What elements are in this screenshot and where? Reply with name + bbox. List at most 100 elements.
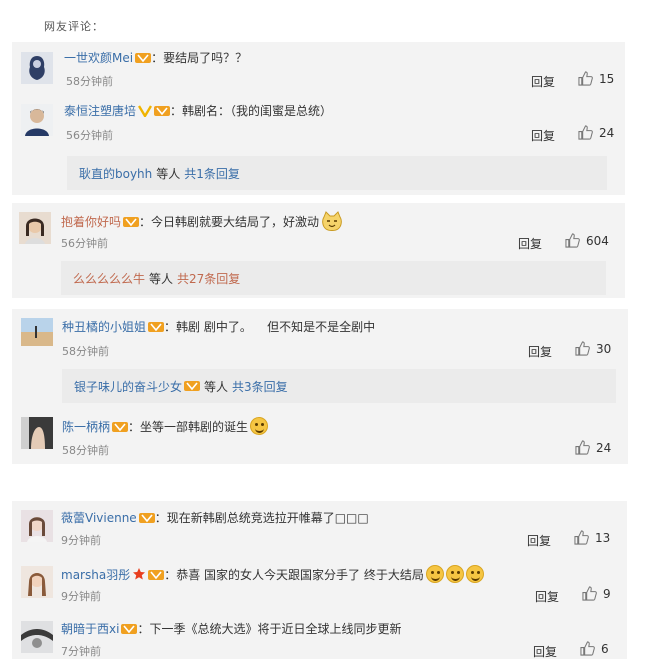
like-button[interactable]: 24: [575, 440, 611, 455]
timestamp: 9分钟前: [61, 534, 101, 547]
vip-badge-icon: [123, 217, 140, 227]
like-button[interactable]: 30: [575, 341, 611, 356]
colon: ：: [164, 568, 177, 582]
avatar[interactable]: [21, 621, 53, 653]
sub-reply-user[interactable]: 银子味儿的奋斗少女: [74, 378, 182, 395]
reply-button[interactable]: 回复: [528, 343, 552, 360]
avatar[interactable]: [21, 52, 53, 84]
sub-reply-summary[interactable]: 么么么么么牛 等人 共27条回复: [61, 261, 606, 295]
avatar[interactable]: [19, 212, 51, 244]
like-button[interactable]: 9: [582, 586, 611, 601]
comment-card: 薇蕾Vivienne ：现在新韩剧总统竞选拉开帷幕了□□□ 9分钟前 回复 13 …: [12, 501, 627, 659]
username[interactable]: 陈一柄柄: [62, 420, 110, 434]
comment-card: 一世欢颜Mei ：要结局了吗？？ 58分钟前 回复 15 泰恒注塑唐培 ：韩剧名：（…: [12, 42, 625, 195]
emoji-smile-icon: [445, 565, 464, 583]
comment-card: 抱着你好吗 ：今日韩剧就要大结局了，好激动 56分钟前 回复 604 么么么么么牛…: [12, 203, 625, 298]
like-count: 6: [601, 641, 609, 656]
like-count: 604: [586, 233, 609, 248]
vip-badge-icon: [138, 513, 155, 523]
comment-text: 今日韩剧就要大结局了，好激动: [151, 215, 320, 229]
vip-badge-icon: [154, 106, 171, 116]
sub-reply-count[interactable]: 共27条回复: [177, 270, 240, 287]
vip-badge-icon: [184, 381, 201, 391]
thumbs-up-icon: [578, 125, 593, 140]
comment-text: 现在新韩剧总统竞选拉开帷幕了□□□: [166, 511, 369, 525]
sub-reply-summary[interactable]: 耿直的boyhh 等人 共1条回复: [67, 156, 607, 190]
avatar[interactable]: [21, 104, 53, 136]
thumbs-up-icon: [565, 233, 580, 248]
page-title: 网友评论：: [44, 20, 104, 33]
sub-reply-etc: 等人: [156, 166, 181, 181]
username[interactable]: 泰恒注塑唐培: [64, 104, 136, 118]
comment-text: 韩剧 剧中了。 但不知是不是全剧中: [176, 320, 376, 334]
thumbs-up-icon: [578, 71, 593, 86]
emoji-cat-icon: [322, 211, 342, 231]
sub-reply-user[interactable]: 么么么么么牛: [73, 270, 145, 287]
avatar[interactable]: [21, 510, 53, 542]
avatar[interactable]: [21, 318, 53, 346]
sub-reply-count[interactable]: 共1条回复: [184, 165, 240, 182]
sub-reply-summary[interactable]: 银子味儿的奋斗少女 等人 共3条回复: [62, 369, 616, 403]
like-button[interactable]: 24: [578, 125, 614, 140]
reply-button[interactable]: 回复: [518, 235, 542, 252]
colon: ：: [137, 622, 150, 636]
like-count: 9: [603, 586, 611, 601]
reply-button[interactable]: 回复: [535, 588, 559, 605]
timestamp: 56分钟前: [66, 129, 113, 142]
reply-button[interactable]: 回复: [531, 73, 555, 90]
comment-text: 恭喜 国家的女人今天跟国家分手了 终于大结局: [176, 568, 424, 582]
comment-item: 泰恒注塑唐培 ：韩剧名：（我的闺蜜是总统） 56分钟前 回复 24 耿直的boyh…: [12, 98, 625, 198]
verified-v-icon: [138, 105, 153, 117]
comment-text: 要结局了吗？？: [163, 51, 248, 65]
thumbs-up-icon: [582, 586, 597, 601]
colon: ：: [128, 420, 141, 434]
sub-reply-etc: 等人: [149, 271, 174, 286]
username[interactable]: 朝暗于西xi: [61, 622, 119, 636]
timestamp: 9分钟前: [61, 590, 101, 603]
timestamp: 58分钟前: [66, 75, 113, 88]
comment-item: 一世欢颜Mei ：要结局了吗？？ 58分钟前 回复 15: [12, 42, 625, 92]
comment-text: 坐等一部韩剧的诞生: [140, 420, 249, 434]
like-button[interactable]: 15: [578, 71, 614, 86]
timestamp: 7分钟前: [61, 645, 101, 658]
like-count: 30: [596, 341, 612, 356]
sub-reply-etc: 等人: [204, 379, 229, 394]
vip-badge-icon: [112, 422, 129, 432]
like-button[interactable]: 6: [580, 641, 609, 656]
timestamp: 58分钟前: [62, 444, 109, 457]
comment-text: 韩剧名：（我的闺蜜是总统）: [182, 104, 333, 118]
like-button[interactable]: 604: [565, 233, 609, 248]
vip-badge-icon: [148, 570, 165, 580]
avatar[interactable]: [21, 417, 53, 449]
username[interactable]: 薇蕾Vivienne: [61, 511, 137, 525]
like-count: 24: [596, 440, 612, 455]
vip-badge-icon: [148, 322, 165, 332]
sub-reply-user[interactable]: 耿直的boyhh: [79, 165, 152, 182]
username[interactable]: 种丑橘的小姐姐: [62, 320, 146, 334]
thumbs-up-icon: [575, 341, 590, 356]
like-count: 15: [599, 71, 615, 86]
sub-reply-count[interactable]: 共3条回复: [232, 378, 288, 395]
vip-badge-icon: [135, 53, 152, 63]
comment-text: 下一季《总统大选》将于近日全球上线同步更新: [149, 622, 402, 636]
emoji-smile-icon: [425, 565, 444, 583]
username[interactable]: 一世欢颜Mei: [64, 51, 133, 65]
avatar[interactable]: [21, 566, 53, 598]
thumbs-up-icon: [574, 530, 589, 545]
timestamp: 58分钟前: [62, 345, 109, 358]
reply-button[interactable]: 回复: [527, 532, 551, 549]
vip-badge-icon: [121, 624, 138, 634]
like-count: 24: [599, 125, 615, 140]
username[interactable]: 抱着你好吗: [61, 215, 121, 229]
colon: ：: [170, 104, 183, 118]
reply-button[interactable]: 回复: [533, 643, 557, 659]
reply-button[interactable]: 回复: [531, 127, 555, 144]
like-count: 13: [595, 530, 611, 545]
colon: ：: [139, 215, 152, 229]
colon: ：: [164, 320, 177, 334]
colon: ：: [151, 51, 164, 65]
username[interactable]: marsha羽彤: [61, 568, 130, 582]
timestamp: 56分钟前: [61, 237, 108, 250]
like-button[interactable]: 13: [574, 530, 610, 545]
star-icon: [133, 568, 146, 580]
